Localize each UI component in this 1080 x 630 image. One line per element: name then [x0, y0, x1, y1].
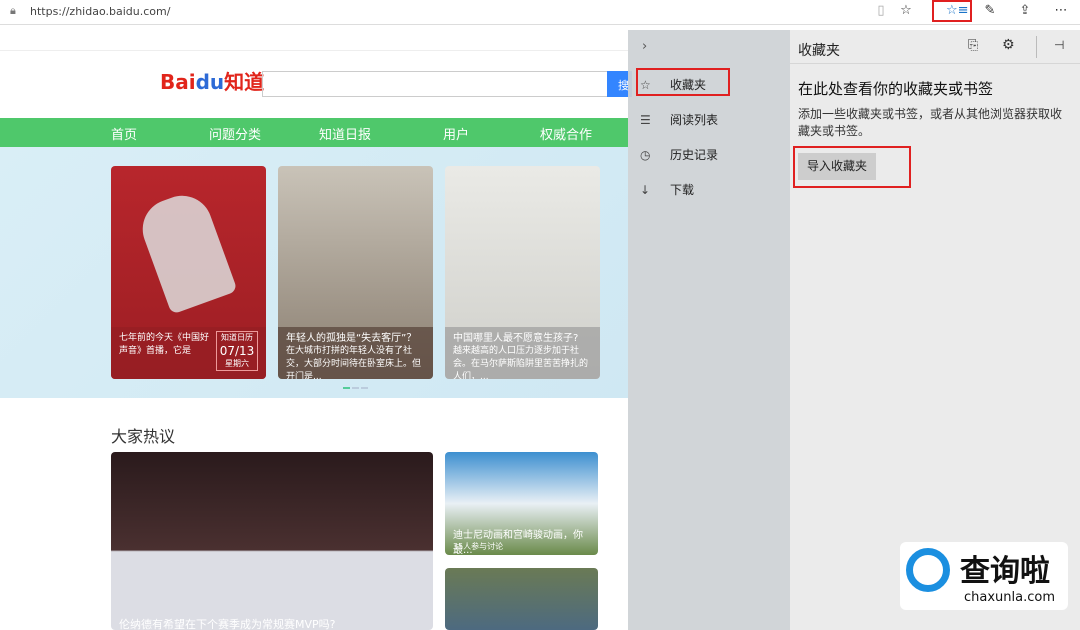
hot-topic-title: 伦纳德有希望在下个赛季成为常规赛MVP吗? [119, 618, 336, 630]
logo-text: du [195, 70, 225, 94]
url-field[interactable]: https://zhidao.baidu.com/ [30, 5, 170, 18]
logo-text: Bai [160, 70, 196, 94]
main-nav: 首页 问题分类 知道日报 用户 权威合作 [0, 118, 628, 147]
hot-topic-card[interactable] [445, 568, 598, 630]
lock-icon: 🔒︎ [10, 4, 16, 17]
history-icon: ◷ [640, 148, 651, 162]
hot-topic-main[interactable]: 伦纳德有希望在下个赛季成为常规赛MVP吗? [111, 452, 433, 630]
card-desc: 越来越高的人口压力逐步加于社会。在马尔萨斯陷阱里苦苦挣扎的人们，... [453, 346, 589, 379]
watermark-logo-icon [906, 548, 950, 592]
watermark: 查询啦 chaxunla.com [900, 542, 1068, 610]
gear-icon[interactable]: ⚙ [1002, 37, 1015, 53]
hub-nav-history[interactable]: ◷ 历史记录 [640, 146, 718, 163]
reading-view-icon[interactable]: ▯ [871, 3, 891, 21]
hub-nav-reading-list[interactable]: ☰ 阅读列表 [640, 111, 718, 128]
highlight-box [793, 146, 911, 188]
feature-card[interactable]: 中国哪里人最不愿意生孩子? 越来越高的人口压力逐步加于社会。在马尔萨斯陷阱里苦苦挣… [445, 166, 600, 379]
baidu-zhidao-logo[interactable]: Baidu知道 [160, 66, 264, 95]
more-icon[interactable]: ⋯ [1051, 3, 1071, 21]
reading-list-icon: ☰ [640, 113, 651, 127]
nav-home[interactable]: 首页 [111, 124, 137, 143]
hot-topic-meta: 35人参与讨论 [453, 542, 504, 551]
feature-card[interactable]: 七年前的今天《中国好声音》首播，它是 知道日历 07/13 星期六 [111, 166, 266, 379]
highlight-box [636, 68, 730, 96]
nav-users[interactable]: 用户 [443, 124, 469, 143]
logo-text: 知道 [224, 70, 265, 94]
panel-title: 收藏夹 [798, 43, 840, 59]
feature-card[interactable]: 年轻人的孤独是“失去客厅”？ 在大城市打拼的年轻人没有了社交，大部分时间待在卧室床… [278, 166, 433, 379]
nav-label: 历史记录 [670, 148, 719, 162]
hub-nav: › ☆ 收藏夹 ☰ 阅读列表 ◷ 历史记录 ↓ 下载 [628, 30, 790, 630]
highlight-box [932, 0, 972, 22]
panel-header: 收藏夹 ⎘ ⚙ ⊣ [790, 30, 1080, 64]
nav-categories[interactable]: 问题分类 [209, 124, 261, 143]
nav-daily[interactable]: 知道日报 [319, 124, 371, 143]
search-input[interactable] [262, 71, 610, 97]
calendar-label: 知道日历 [221, 333, 253, 342]
nav-partners[interactable]: 权威合作 [540, 124, 592, 143]
pen-icon[interactable]: ✎ [980, 3, 1000, 21]
download-icon: ↓ [640, 183, 651, 197]
calendar-date: 07/13 [219, 344, 255, 358]
favorites-panel: 收藏夹 ⎘ ⚙ ⊣ 在此处查看你的收藏夹或书签 添加一些收藏夹或书签，或者从其他… [790, 30, 1080, 630]
chevron-right-icon[interactable]: › [642, 39, 647, 54]
empty-heading: 在此处查看你的收藏夹或书签 [798, 80, 994, 98]
nav-label: 下载 [670, 183, 695, 197]
calendar-day: 星期六 [225, 359, 249, 368]
pin-icon[interactable]: ⊣ [1054, 38, 1064, 52]
divider [0, 50, 628, 51]
card-title: 年轻人的孤独是“失去客厅”？ [286, 333, 417, 344]
card-title: 七年前的今天《中国好声音》首播，它是 [119, 333, 210, 356]
empty-description: 添加一些收藏夹或书签，或者从其他浏览器获取收藏夹或书签。 [798, 107, 1063, 138]
watermark-domain: chaxunla.com [964, 590, 1055, 605]
hot-topic-card[interactable]: 迪士尼动画和宫崎骏动画，你最... 35人参与讨论 [445, 452, 598, 555]
microphone-image [134, 187, 238, 315]
add-favorite-icon[interactable]: ☆ [896, 3, 916, 21]
hub-nav-downloads[interactable]: ↓ 下载 [640, 181, 694, 198]
nav-label: 阅读列表 [670, 113, 719, 127]
share-icon[interactable]: ⇪ [1015, 3, 1035, 21]
carousel-dots[interactable] [342, 387, 369, 389]
card-desc: 在大城市打拼的年轻人没有了社交，大部分时间待在卧室床上。但开门是... [286, 346, 422, 379]
address-bar: 🔒︎ https://zhidao.baidu.com/ ▯ ☆ ☆≡ ✎ ⇪ … [0, 0, 1080, 25]
section-title: 大家热议 [111, 427, 176, 446]
divider [1036, 36, 1037, 58]
add-folder-icon[interactable]: ⎘ [968, 38, 978, 53]
card-title: 中国哪里人最不愿意生孩子? [453, 333, 579, 344]
watermark-name: 查询啦 [960, 554, 1050, 589]
